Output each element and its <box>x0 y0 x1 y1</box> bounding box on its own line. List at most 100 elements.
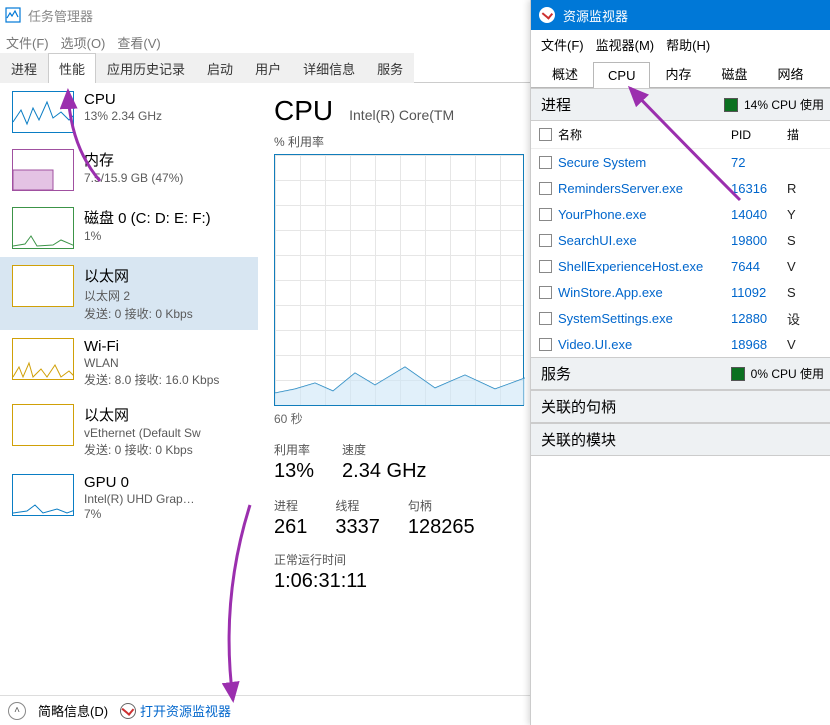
process-pid: 18968 <box>731 337 787 352</box>
thumb-icon <box>12 265 74 307</box>
process-row[interactable]: SearchUI.exe 19800 S <box>531 227 830 253</box>
cpu-usage-icon <box>731 367 745 381</box>
tm-sidebar-item-2[interactable]: 磁盘 0 (C: D: E: F:) 1% <box>0 199 258 257</box>
rm-handles-header[interactable]: 关联的句柄 <box>531 391 830 423</box>
tm-item-title: 以太网 <box>84 404 201 425</box>
process-desc: R <box>787 181 796 196</box>
process-pid: 19800 <box>731 233 787 248</box>
tm-tab-2[interactable]: 应用历史记录 <box>96 53 196 83</box>
thumb-icon <box>12 404 74 446</box>
tm-item-sub2: 7% <box>84 507 195 521</box>
tm-tab-5[interactable]: 详细信息 <box>292 53 366 83</box>
tm-item-sub2: 发送: 0 接收: 0 Kbps <box>84 441 201 458</box>
row-checkbox[interactable] <box>539 312 552 325</box>
stat-proc-label: 进程 <box>274 497 307 514</box>
stat-util-label: 利用率 <box>274 441 314 458</box>
col-name[interactable]: 名称 <box>558 126 582 143</box>
row-checkbox[interactable] <box>539 338 552 351</box>
tm-item-info: 以太网 vEthernet (Default Sw 发送: 0 接收: 0 Kb… <box>84 404 201 458</box>
rm-menu-monitor[interactable]: 监视器(M) <box>596 35 655 54</box>
tm-item-title: Wi-Fi <box>84 338 219 355</box>
process-row[interactable]: Video.UI.exe 18968 V <box>531 331 830 357</box>
process-row[interactable]: SystemSettings.exe 12880 设 <box>531 305 830 331</box>
resource-monitor-icon <box>120 703 136 719</box>
rm-services-header[interactable]: 服务 0% CPU 使用 <box>531 358 830 390</box>
tm-item-sub: Intel(R) UHD Grap… <box>84 492 195 506</box>
stat-uptime-label: 正常运行时间 <box>274 551 524 568</box>
rm-tab-0[interactable]: 概述 <box>537 58 593 88</box>
annotation-arrow <box>60 86 110 186</box>
rm-modules-header[interactable]: 关联的模块 <box>531 424 830 456</box>
process-name: SystemSettings.exe <box>558 311 673 326</box>
thumb-icon <box>12 474 74 516</box>
tm-item-title: GPU 0 <box>84 474 195 491</box>
stat-uptime-value: 1:06:31:11 <box>274 570 524 593</box>
rm-menu-file[interactable]: 文件(F) <box>541 35 584 54</box>
tm-item-sub: 1% <box>84 229 211 243</box>
tm-tabs: 进程性能应用历史记录启动用户详细信息服务 <box>0 55 530 83</box>
thumb-icon <box>12 338 74 380</box>
process-name: SearchUI.exe <box>558 233 637 248</box>
rm-tab-4[interactable]: 网络 <box>763 58 819 88</box>
tm-sidebar-item-5[interactable]: 以太网 vEthernet (Default Sw 发送: 0 接收: 0 Kb… <box>0 396 258 466</box>
process-row[interactable]: ShellExperienceHost.exe 7644 V <box>531 253 830 279</box>
tm-tab-1[interactable]: 性能 <box>48 53 96 83</box>
tm-tab-3[interactable]: 启动 <box>196 53 244 83</box>
tm-sidebar-item-3[interactable]: 以太网 以太网 2 发送: 0 接收: 0 Kbps <box>0 257 258 330</box>
rm-menu-help[interactable]: 帮助(H) <box>666 35 710 54</box>
row-checkbox[interactable] <box>539 182 552 195</box>
row-checkbox[interactable] <box>539 286 552 299</box>
row-checkbox[interactable] <box>539 234 552 247</box>
process-row[interactable]: WinStore.App.exe 11092 S <box>531 279 830 305</box>
rm-titlebar[interactable]: 资源监视器 <box>531 0 830 30</box>
row-checkbox[interactable] <box>539 208 552 221</box>
process-name: ShellExperienceHost.exe <box>558 259 703 274</box>
tm-item-sub2: 发送: 8.0 接收: 16.0 Kbps <box>84 371 219 388</box>
rm-processes-title: 进程 <box>541 94 571 115</box>
tm-tab-4[interactable]: 用户 <box>244 53 292 83</box>
row-checkbox[interactable] <box>539 260 552 273</box>
brief-info-button[interactable]: 简略信息(D) <box>38 701 108 720</box>
tm-titlebar[interactable]: 任务管理器 <box>0 0 530 30</box>
tm-sidebar-item-0[interactable]: CPU 13% 2.34 GHz <box>0 83 258 141</box>
stat-proc-value: 261 <box>274 516 307 539</box>
tm-menu-view[interactable]: 查看(V) <box>117 33 160 52</box>
annotation-arrow <box>195 500 265 710</box>
col-desc[interactable]: 描 <box>787 126 799 143</box>
process-name: WinStore.App.exe <box>558 285 663 300</box>
chevron-up-icon[interactable]: ˄ <box>8 702 26 720</box>
select-all-checkbox[interactable] <box>539 128 552 141</box>
tm-tab-6[interactable]: 服务 <box>366 53 414 83</box>
rm-modules-title: 关联的模块 <box>541 429 616 450</box>
tm-item-sub: 以太网 2 <box>84 287 193 304</box>
tm-item-info: 以太网 以太网 2 发送: 0 接收: 0 Kbps <box>84 265 193 322</box>
process-pid: 12880 <box>731 311 787 326</box>
tm-sidebar-item-4[interactable]: Wi-Fi WLAN 发送: 8.0 接收: 16.0 Kbps <box>0 330 258 396</box>
rm-app-icon <box>539 7 555 23</box>
stat-handles-value: 128265 <box>408 516 475 539</box>
tm-menu-option[interactable]: 选项(O) <box>61 33 106 52</box>
thumb-icon <box>12 207 74 249</box>
rm-title-text: 资源监视器 <box>563 6 628 25</box>
annotation-arrow <box>620 80 770 210</box>
row-checkbox[interactable] <box>539 156 552 169</box>
process-desc: Y <box>787 207 796 222</box>
rm-menubar: 文件(F) 监视器(M) 帮助(H) <box>531 30 830 58</box>
tm-footer: ˄ 简略信息(D) 打开资源监视器 <box>0 695 530 725</box>
tm-item-info: 磁盘 0 (C: D: E: F:) 1% <box>84 207 211 243</box>
process-name: Video.UI.exe <box>558 337 632 352</box>
tm-tab-0[interactable]: 进程 <box>0 53 48 83</box>
stat-util-value: 13% <box>274 460 314 483</box>
tm-menu-file[interactable]: 文件(F) <box>6 33 49 52</box>
tm-app-icon <box>4 6 22 24</box>
process-pid: 11092 <box>731 285 787 300</box>
rm-handles-title: 关联的句柄 <box>541 396 616 417</box>
stat-threads-label: 线程 <box>335 497 380 514</box>
tm-cpu-chart <box>274 154 524 406</box>
tm-util-label: % 利用率 <box>274 133 524 150</box>
tm-x-axis-label: 60 秒 <box>274 410 524 427</box>
tm-item-info: Wi-Fi WLAN 发送: 8.0 接收: 16.0 Kbps <box>84 338 219 388</box>
tm-sidebar-item-1[interactable]: 内存 7.5/15.9 GB (47%) <box>0 141 258 199</box>
rm-services-cpu-badge: 0% CPU 使用 <box>731 365 824 382</box>
process-desc: S <box>787 285 796 300</box>
